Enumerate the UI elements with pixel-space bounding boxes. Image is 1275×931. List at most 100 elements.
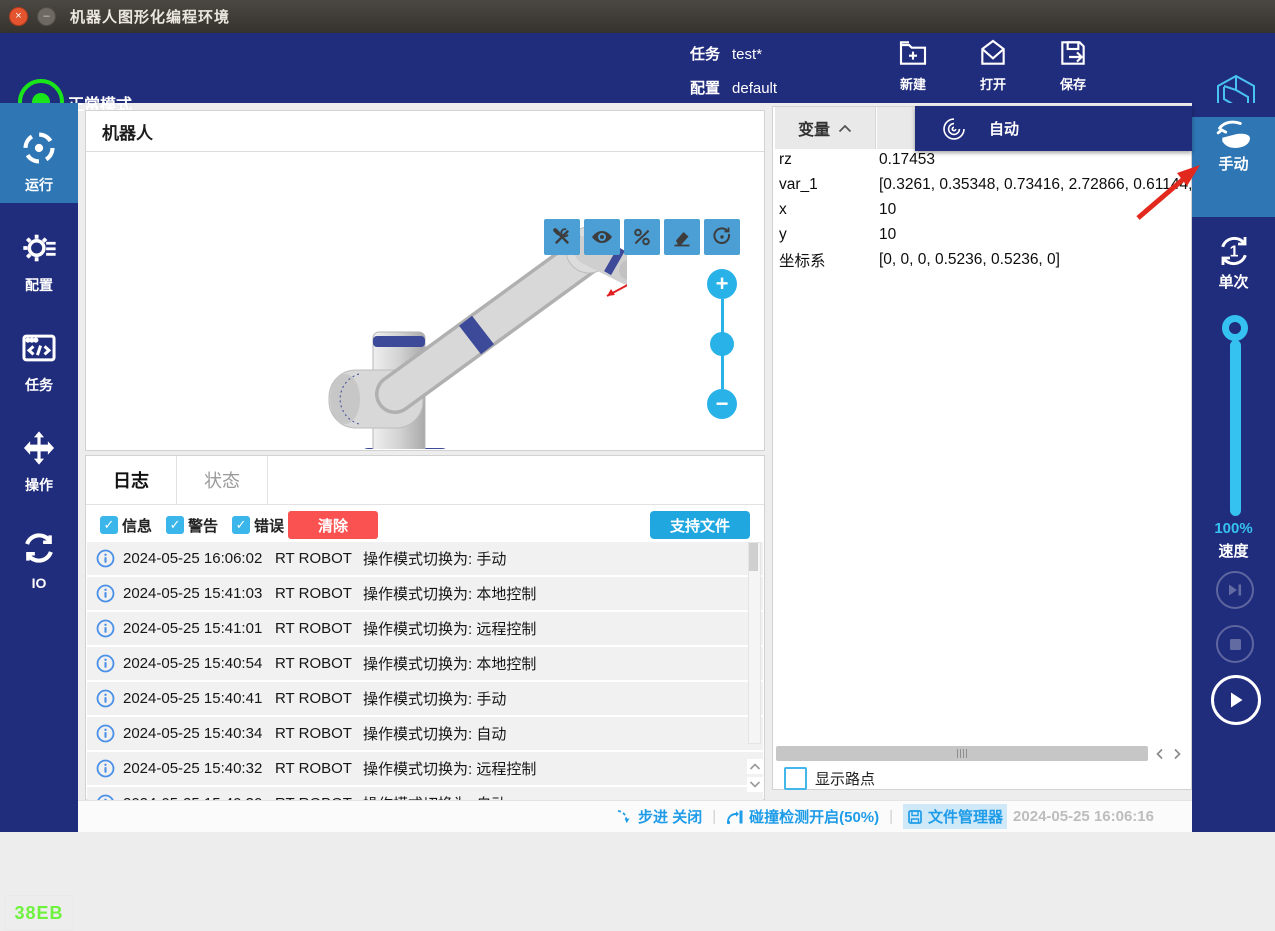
scroll-right-icon[interactable] [1169, 746, 1186, 761]
show-waypoints-checkbox[interactable]: 显示路点 [784, 767, 875, 790]
stop-button[interactable] [1216, 625, 1254, 663]
info-icon [96, 549, 115, 568]
log-source: RT ROBOT [275, 550, 363, 567]
variable-value: 0.17453 [879, 151, 1191, 169]
sidebar-item-run[interactable]: 运行 [0, 103, 78, 203]
clear-log-button[interactable]: 清除 [288, 511, 378, 539]
path-button[interactable] [624, 219, 660, 255]
log-row[interactable]: 2024-05-25 15:40:41 RT ROBOT 操作模式切换为: 手动 [87, 682, 763, 715]
info-icon [96, 689, 115, 708]
variables-hscrollbar[interactable] [776, 746, 1148, 761]
save-button[interactable]: 保存 [1041, 35, 1105, 93]
variable-row[interactable]: 坐标系 [0, 0, 0, 0.5236, 0.5236, 0] [773, 247, 1191, 272]
statusbar-separator: | [712, 808, 716, 825]
speed-slider-knob[interactable] [1222, 315, 1248, 341]
auto-mode-label: 自动 [989, 118, 1019, 139]
play-button[interactable] [1211, 675, 1261, 725]
file-manager-icon [907, 809, 923, 825]
sidebar-item-label: IO [0, 575, 78, 591]
log-filters: ✓ 信息 ✓ 警告 ✓ 错误 [86, 515, 284, 536]
collision-status[interactable]: 碰撞检测开启(50%) [726, 806, 879, 827]
log-filter-checkbox[interactable]: ✓ 信息 [100, 515, 152, 536]
log-row[interactable]: 2024-05-25 15:41:01 RT ROBOT 操作模式切换为: 远程… [87, 612, 763, 645]
log-source: RT ROBOT [275, 690, 363, 707]
sidebar-item-config[interactable]: 配置 [0, 203, 78, 303]
log-row[interactable]: 2024-05-25 15:40:54 RT ROBOT 操作模式切换为: 本地… [87, 647, 763, 680]
log-message: 操作模式切换为: 远程控制 [363, 758, 763, 779]
minimize-icon[interactable]: – [37, 7, 56, 26]
robot-3d-viewport[interactable]: + − [87, 152, 763, 449]
step-button[interactable] [1216, 571, 1254, 609]
tab-log[interactable]: 日志 [86, 456, 177, 504]
open-task-button[interactable]: 打开 [961, 35, 1025, 93]
sidebar-item-io[interactable]: IO [0, 503, 78, 603]
close-icon[interactable]: × [9, 7, 28, 26]
status-badge: 38EB [4, 895, 74, 931]
speed-percent: 100% [1192, 520, 1275, 537]
log-message: 操作模式切换为: 本地控制 [363, 653, 763, 674]
step-mode-icon [616, 809, 633, 825]
open-task-label: 打开 [961, 74, 1025, 93]
manual-hand-icon [1212, 117, 1256, 153]
step-forward-icon [1227, 583, 1243, 597]
log-time: 2024-05-25 15:40:41 [123, 690, 275, 707]
manual-mode-button[interactable]: 手动 [1192, 117, 1275, 217]
log-source: RT ROBOT [275, 725, 363, 742]
zoom-out-button[interactable]: − [707, 389, 737, 419]
task-code-icon [20, 329, 58, 367]
log-scrollbar-thumb[interactable] [749, 543, 758, 571]
move-arrows-icon [20, 429, 58, 467]
log-row[interactable]: 2024-05-25 15:40:30 RT ROBOT 操作模式切换为: 自动 [87, 787, 763, 800]
collision-icon [726, 809, 744, 825]
sidebar-item-operate[interactable]: 操作 [0, 403, 78, 503]
variable-row[interactable]: x 10 [773, 197, 1191, 222]
chevron-up-icon [838, 124, 852, 133]
scroll-left-icon[interactable] [1151, 746, 1168, 761]
run-icon [20, 129, 58, 167]
mode-dropdown-item-auto[interactable]: 自动 [915, 106, 1192, 151]
sidebar-item-task[interactable]: 任务 [0, 303, 78, 403]
new-task-button[interactable]: 新建 [881, 35, 945, 93]
single-run-label: 单次 [1192, 271, 1275, 292]
variable-name: 坐标系 [773, 249, 879, 271]
log-source: RT ROBOT [275, 620, 363, 637]
tab-status[interactable]: 状态 [177, 456, 268, 504]
eye-button[interactable] [584, 219, 620, 255]
info-icon [96, 619, 115, 638]
eraser-button[interactable] [664, 219, 700, 255]
log-row[interactable]: 2024-05-25 16:06:02 RT ROBOT 操作模式切换为: 手动 [87, 542, 763, 575]
robot-panel-title: 机器人 [86, 111, 764, 152]
scrollbar-grip-icon [957, 749, 967, 758]
io-swap-icon [20, 529, 58, 567]
log-time: 2024-05-25 15:40:34 [123, 725, 275, 742]
robot-panel: 机器人 [85, 110, 765, 451]
scroll-up-icon[interactable] [747, 759, 763, 774]
variable-name: x [773, 201, 879, 219]
log-row[interactable]: 2024-05-25 15:40:32 RT ROBOT 操作模式切换为: 远程… [87, 752, 763, 785]
variables-header[interactable]: 变量 [775, 107, 876, 149]
single-run-button[interactable]: 1 单次 [1192, 231, 1275, 303]
log-row[interactable]: 2024-05-25 15:40:34 RT ROBOT 操作模式切换为: 自动 [87, 717, 763, 750]
rotate-button[interactable] [704, 219, 740, 255]
variable-name: var_1 [773, 176, 879, 194]
single-cycle-icon: 1 [1214, 231, 1254, 271]
task-label: 任务 [690, 46, 720, 63]
speed-slider-track[interactable] [1230, 340, 1241, 516]
zoom-slider-knob[interactable] [710, 332, 734, 356]
log-row[interactable]: 2024-05-25 15:41:03 RT ROBOT 操作模式切换为: 本地… [87, 577, 763, 610]
zoom-in-button[interactable]: + [707, 269, 737, 299]
variable-row[interactable]: y 10 [773, 222, 1191, 247]
log-scrollbar[interactable] [748, 542, 761, 744]
support-files-button[interactable]: 支持文件 [650, 511, 750, 539]
step-mode-status[interactable]: 步进 关闭 [616, 806, 702, 827]
checkbox-checked-icon: ✓ [166, 516, 184, 534]
variables-header-label: 变量 [798, 116, 830, 140]
log-filter-checkbox[interactable]: ✓ 错误 [232, 515, 284, 536]
tools-button[interactable] [544, 219, 580, 255]
scroll-down-icon[interactable] [747, 777, 763, 792]
variable-row[interactable]: var_1 [0.3261, 0.35348, 0.73416, 2.72866… [773, 172, 1191, 197]
info-icon [96, 759, 115, 778]
sidebar-item-label: 配置 [0, 275, 78, 295]
file-manager-button[interactable]: 文件管理器 [903, 804, 1007, 829]
log-filter-checkbox[interactable]: ✓ 警告 [166, 515, 218, 536]
